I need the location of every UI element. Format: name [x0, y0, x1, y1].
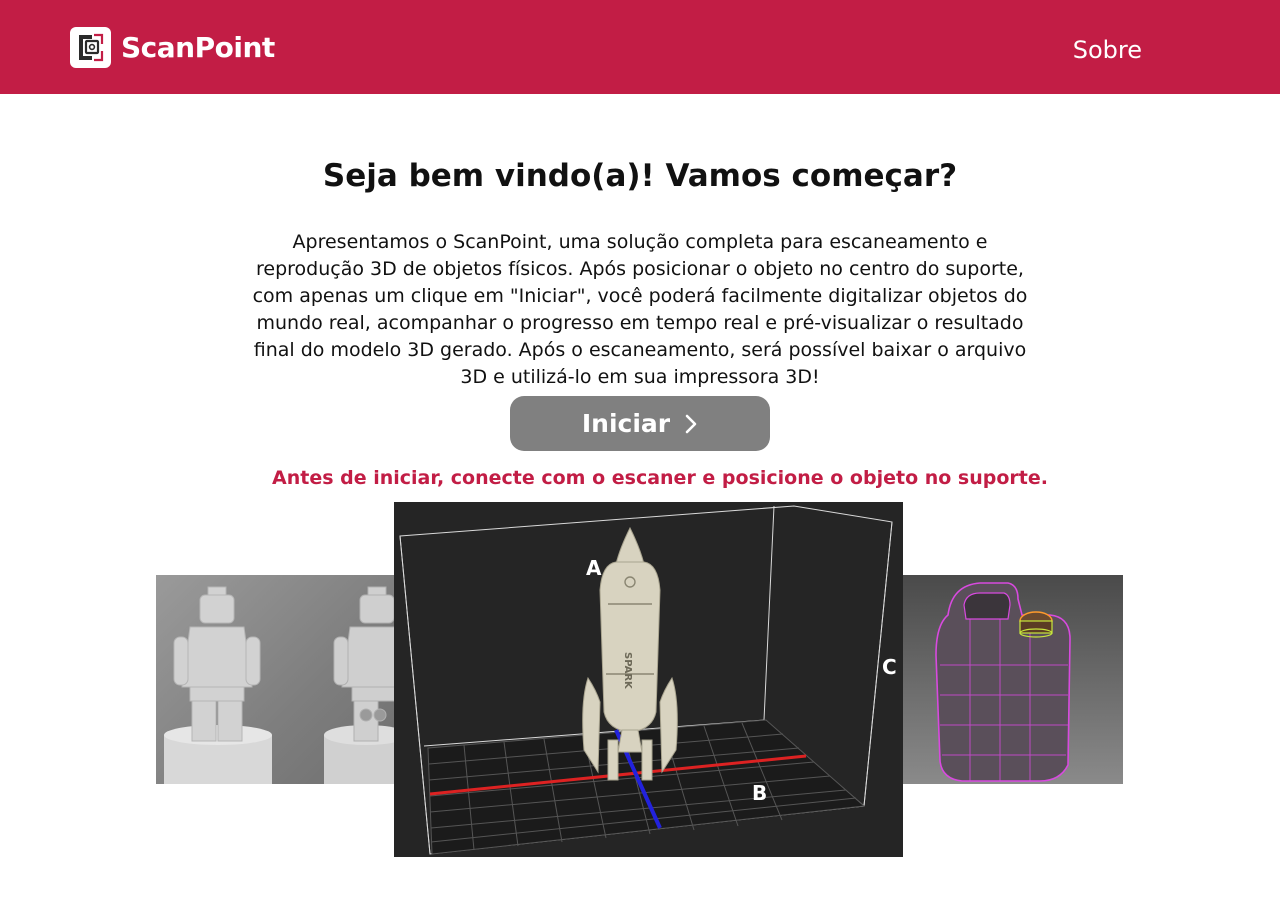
nav-link-about[interactable]: Sobre — [1073, 36, 1142, 64]
brand[interactable]: ScanPoint — [70, 27, 275, 68]
intro-paragraph: Apresentamos o ScanPoint, uma solução co… — [252, 231, 1028, 388]
lego-figures-image[interactable] — [156, 575, 396, 784]
brand-name: ScanPoint — [121, 31, 275, 64]
scanpoint-logo-icon — [70, 27, 111, 68]
rocket-3d-preview[interactable]: SPARK A B C — [394, 502, 903, 857]
rocket-label: SPARK — [622, 652, 633, 690]
start-button[interactable]: Iniciar — [510, 396, 770, 451]
connect-warning: Antes de iniciar, conecte com o escaner … — [272, 467, 1048, 489]
start-button-label: Iniciar — [581, 409, 671, 438]
axis-label-b: B — [752, 781, 767, 805]
page-title: Seja bem vindo(a)! Vamos começar? — [322, 158, 958, 194]
chevron-right-icon — [685, 414, 697, 433]
axis-label-a: A — [586, 556, 602, 580]
axis-label-c: C — [882, 655, 897, 679]
jerry-can-image[interactable] — [900, 575, 1123, 784]
top-navbar: ScanPoint Sobre — [0, 0, 1280, 94]
